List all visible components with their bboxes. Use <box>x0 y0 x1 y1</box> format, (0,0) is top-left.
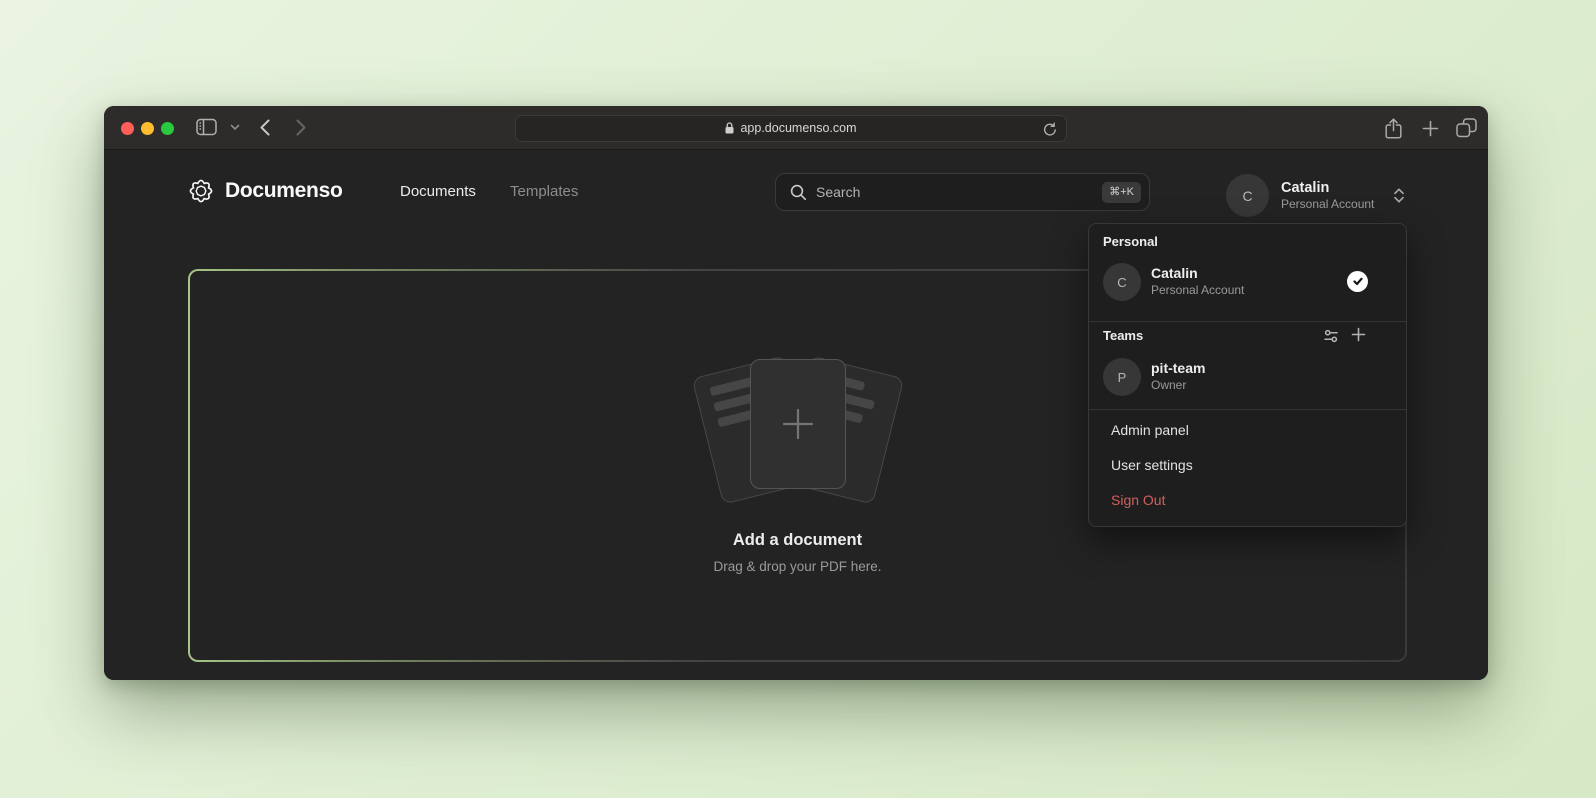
zoom-window-button[interactable] <box>161 122 174 135</box>
share-icon[interactable] <box>1385 118 1402 139</box>
dropzone-subtitle: Drag & drop your PDF here. <box>713 559 881 574</box>
nav-templates[interactable]: Templates <box>510 181 578 203</box>
team-name: pit-team <box>1151 360 1205 377</box>
account-menu-trigger[interactable]: C Catalin Personal Account <box>1226 174 1405 217</box>
brand-name: Documenso <box>225 179 343 203</box>
address-bar-url: app.documenso.com <box>740 121 856 135</box>
personal-account-subtitle: Personal Account <box>1151 282 1244 298</box>
menu-item-user-settings[interactable]: User settings <box>1111 455 1193 475</box>
search-icon <box>790 184 807 201</box>
brand[interactable]: Documenso <box>187 177 343 205</box>
menu-item-admin-panel[interactable]: Admin panel <box>1111 420 1189 440</box>
account-subtitle: Personal Account <box>1281 197 1374 212</box>
team-role: Owner <box>1151 377 1205 393</box>
address-bar[interactable]: app.documenso.com <box>515 115 1067 142</box>
sidebar-toggle-icon[interactable] <box>196 118 217 136</box>
documents-illustration <box>683 357 913 505</box>
selected-check-icon <box>1347 271 1368 292</box>
search-shortcut-badge: ⌘+K <box>1102 182 1141 203</box>
sidebar-chevron-down-icon[interactable] <box>230 124 240 131</box>
chevrons-up-down-icon <box>1393 188 1405 203</box>
account-dropdown-menu: Personal C Catalin Personal Account Team… <box>1088 223 1407 527</box>
search-bar[interactable]: ⌘+K <box>775 173 1150 211</box>
search-input[interactable] <box>816 184 1093 200</box>
nav-documents[interactable]: Documents <box>400 181 476 203</box>
personal-account-avatar: C <box>1103 263 1141 301</box>
tab-overview-icon[interactable] <box>1456 118 1477 138</box>
back-button[interactable] <box>260 119 270 136</box>
personal-section-label: Personal <box>1103 233 1158 251</box>
close-window-button[interactable] <box>121 122 134 135</box>
documenso-page: Documenso Documents Templates ⌘+K C Cata… <box>104 150 1488 680</box>
team-item[interactable]: pit-team Owner <box>1151 360 1205 393</box>
browser-window: app.documenso.com <box>104 106 1488 680</box>
reload-icon[interactable] <box>1043 122 1057 137</box>
document-card-front <box>750 359 846 489</box>
account-avatar: C <box>1226 174 1269 217</box>
teams-section-label: Teams <box>1103 327 1143 345</box>
padlock-icon <box>725 122 734 134</box>
team-avatar: P <box>1103 358 1141 396</box>
dropzone-title: Add a document <box>733 531 862 550</box>
documenso-logo-icon <box>187 177 215 205</box>
new-tab-plus-icon[interactable] <box>1422 120 1439 137</box>
manage-teams-icon[interactable] <box>1323 328 1339 344</box>
browser-toolbar: app.documenso.com <box>104 106 1488 150</box>
minimize-window-button[interactable] <box>141 122 154 135</box>
create-team-plus-icon[interactable] <box>1351 327 1366 342</box>
account-name: Catalin <box>1281 179 1374 197</box>
personal-account-item[interactable]: Catalin Personal Account <box>1151 265 1244 298</box>
add-document-plus-icon <box>780 406 816 442</box>
forward-button[interactable] <box>296 119 306 136</box>
menu-item-sign-out[interactable]: Sign Out <box>1111 490 1165 510</box>
personal-account-name: Catalin <box>1151 265 1244 282</box>
